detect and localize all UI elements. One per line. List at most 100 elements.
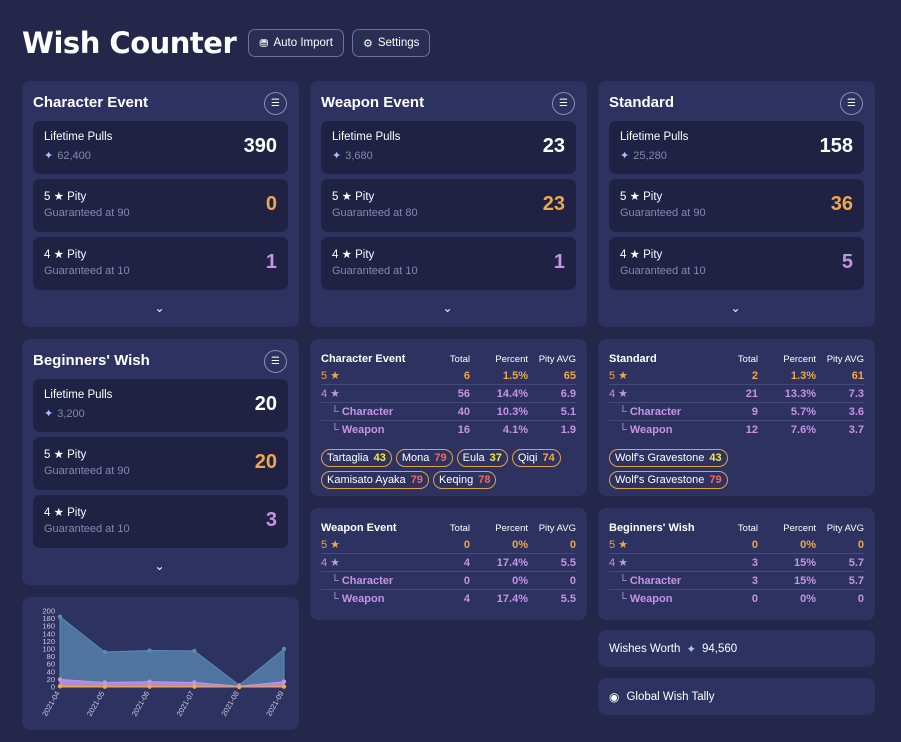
standard-card: Standard ☰ Lifetime Pulls ✦ 25,280 158 5 … bbox=[598, 81, 875, 327]
five-star-chip[interactable]: Keqing 78 bbox=[432, 471, 497, 489]
data-point bbox=[281, 646, 287, 652]
primogem-value: 3,680 bbox=[345, 150, 373, 162]
chip-name: Keqing bbox=[438, 474, 474, 486]
data-point bbox=[102, 680, 108, 685]
row-pity: 6.9 bbox=[560, 387, 576, 400]
row-percent: 15% bbox=[793, 556, 816, 569]
primogem-icon: ✦ bbox=[44, 408, 54, 420]
settings-button[interactable]: ⚙ Settings bbox=[351, 29, 431, 57]
auto-import-label: Auto Import bbox=[273, 37, 333, 49]
x-tick-label: 2021-06 bbox=[130, 690, 152, 718]
menu-icon[interactable]: ☰ bbox=[264, 92, 287, 115]
table-row: 5 ★ 0 0% 0 bbox=[609, 536, 864, 554]
chip-name: Eula bbox=[462, 452, 485, 464]
row-label: 5 ★ bbox=[609, 370, 629, 382]
chevron-down-icon[interactable]: ⌄ bbox=[443, 301, 453, 315]
stat-label: 5 ★ Pity bbox=[620, 191, 663, 203]
row-pity: 1.9 bbox=[560, 424, 576, 436]
five-star-chip[interactable]: Qiqi 74 bbox=[511, 449, 561, 467]
five-star-chip[interactable]: Wolf's Gravestone 43 bbox=[609, 449, 728, 467]
table-row: └ Weapon 16 4.1% 1.9 bbox=[321, 421, 576, 439]
table-row: └ Character 40 10.3% 5.1 bbox=[321, 403, 576, 421]
x-tick-label: 2021-09 bbox=[264, 690, 286, 718]
menu-icon[interactable]: ☰ bbox=[552, 92, 575, 115]
chevron-down-icon[interactable]: ⌄ bbox=[155, 301, 165, 315]
weapon-event-card: Weapon Event ☰ Lifetime Pulls ✦ 3,680 23 … bbox=[310, 81, 587, 327]
menu-icon[interactable]: ☰ bbox=[264, 350, 287, 373]
five-star-pity: 5 ★ Pity Guaranteed at 90 36 bbox=[609, 179, 864, 232]
chip-pity: 79 bbox=[709, 474, 722, 486]
stat-value: 3 bbox=[265, 509, 277, 531]
row-label: 4 ★ bbox=[609, 388, 629, 400]
row-total: 0 bbox=[751, 538, 758, 551]
row-label: └ Weapon bbox=[619, 424, 673, 436]
card-title: Standard bbox=[609, 94, 675, 111]
data-point bbox=[281, 684, 287, 689]
four-star-pity: 4 ★ Pity Guaranteed at 10 1 bbox=[321, 237, 576, 290]
stat-value: 158 bbox=[819, 135, 853, 157]
table-row: └ Weapon 0 0% 0 bbox=[609, 590, 864, 608]
table-title: Character Event bbox=[321, 353, 406, 365]
menu-icon[interactable]: ☰ bbox=[840, 92, 863, 115]
stat-label: Lifetime Pulls bbox=[44, 389, 113, 401]
five-star-chip[interactable]: Mona 79 bbox=[395, 449, 453, 467]
header: Wish Counter ⛃ Auto Import ⚙ Settings bbox=[22, 24, 438, 62]
row-total: 4 bbox=[463, 593, 470, 605]
row-percent: 1.3% bbox=[790, 369, 816, 382]
standard-table-card: Standard Total Percent Pity AVG 5 ★ 2 1.… bbox=[598, 339, 875, 496]
stat-label: 4 ★ Pity bbox=[44, 249, 87, 261]
chevron-down-icon[interactable]: ⌄ bbox=[155, 559, 165, 573]
five-star-chip[interactable]: Wolf's Gravestone 79 bbox=[609, 471, 728, 489]
chevron-down-icon[interactable]: ⌄ bbox=[731, 301, 741, 315]
row-pity: 61 bbox=[851, 369, 864, 382]
table-title: Weapon Event bbox=[321, 522, 397, 534]
stat-sub: Guaranteed at 10 bbox=[44, 523, 130, 535]
four-star-pity: 4 ★ Pity Guaranteed at 10 5 bbox=[609, 237, 864, 290]
primogem-sub: ✦ 3,200 bbox=[44, 407, 85, 420]
row-percent: 17.4% bbox=[496, 593, 528, 605]
header-total: Total bbox=[737, 522, 758, 534]
auto-import-button[interactable]: ⛃ Auto Import bbox=[248, 29, 344, 57]
row-percent: 17.4% bbox=[496, 556, 528, 569]
data-point bbox=[147, 679, 152, 684]
primogem-value: 3,200 bbox=[57, 408, 85, 420]
table-row: 5 ★ 2 1.3% 61 bbox=[609, 367, 864, 385]
table-header: Standard Total Percent Pity AVG bbox=[609, 351, 864, 367]
header-percent: Percent bbox=[495, 522, 528, 534]
five-star-pity: 5 ★ Pity Guaranteed at 90 20 bbox=[33, 437, 288, 490]
stat-label: Lifetime Pulls bbox=[44, 131, 113, 143]
table-header: Character Event Total Percent Pity AVG bbox=[321, 351, 576, 367]
header-pity: Pity AVG bbox=[538, 353, 576, 365]
stat-sub: Guaranteed at 80 bbox=[332, 207, 418, 219]
row-label: └ Character bbox=[331, 405, 394, 418]
chip-pity: 37 bbox=[489, 452, 502, 464]
table-row: 4 ★ 21 13.3% 7.3 bbox=[609, 385, 864, 403]
row-label: └ Weapon bbox=[619, 593, 673, 605]
row-percent: 15% bbox=[793, 574, 816, 587]
x-tick-label: 2021-08 bbox=[219, 690, 241, 718]
row-pity: 0 bbox=[569, 574, 576, 587]
five-star-chip[interactable]: Eula 37 bbox=[456, 449, 508, 467]
row-pity: 65 bbox=[563, 369, 576, 382]
five-star-chip[interactable]: Kamisato Ayaka 79 bbox=[321, 471, 429, 489]
row-percent: 14.4% bbox=[496, 387, 528, 400]
data-point bbox=[192, 684, 197, 689]
global-wish-tally-button[interactable]: ◉ Global Wish Tally bbox=[598, 678, 875, 715]
table-title: Beginners' Wish bbox=[609, 522, 695, 534]
weapon-event-table-card: Weapon Event Total Percent Pity AVG 5 ★ … bbox=[310, 508, 587, 620]
stat-label: Lifetime Pulls bbox=[332, 131, 401, 143]
row-label: └ Character bbox=[619, 405, 682, 418]
globe-icon: ◉ bbox=[609, 689, 620, 704]
five-star-chip[interactable]: Tartaglia 43 bbox=[321, 449, 392, 467]
row-pity: 5.7 bbox=[848, 574, 864, 587]
table-row: 4 ★ 3 15% 5.7 bbox=[609, 554, 864, 572]
header-percent: Percent bbox=[783, 522, 816, 534]
stat-value: 0 bbox=[265, 193, 277, 215]
table-row: └ Character 3 15% 5.7 bbox=[609, 572, 864, 590]
stat-label: 4 ★ Pity bbox=[332, 249, 375, 261]
row-pity: 0 bbox=[569, 538, 576, 551]
row-pity: 0 bbox=[857, 538, 864, 551]
header-percent: Percent bbox=[783, 353, 816, 365]
row-total: 0 bbox=[463, 538, 470, 551]
table-row: └ Weapon 12 7.6% 3.7 bbox=[609, 421, 864, 439]
